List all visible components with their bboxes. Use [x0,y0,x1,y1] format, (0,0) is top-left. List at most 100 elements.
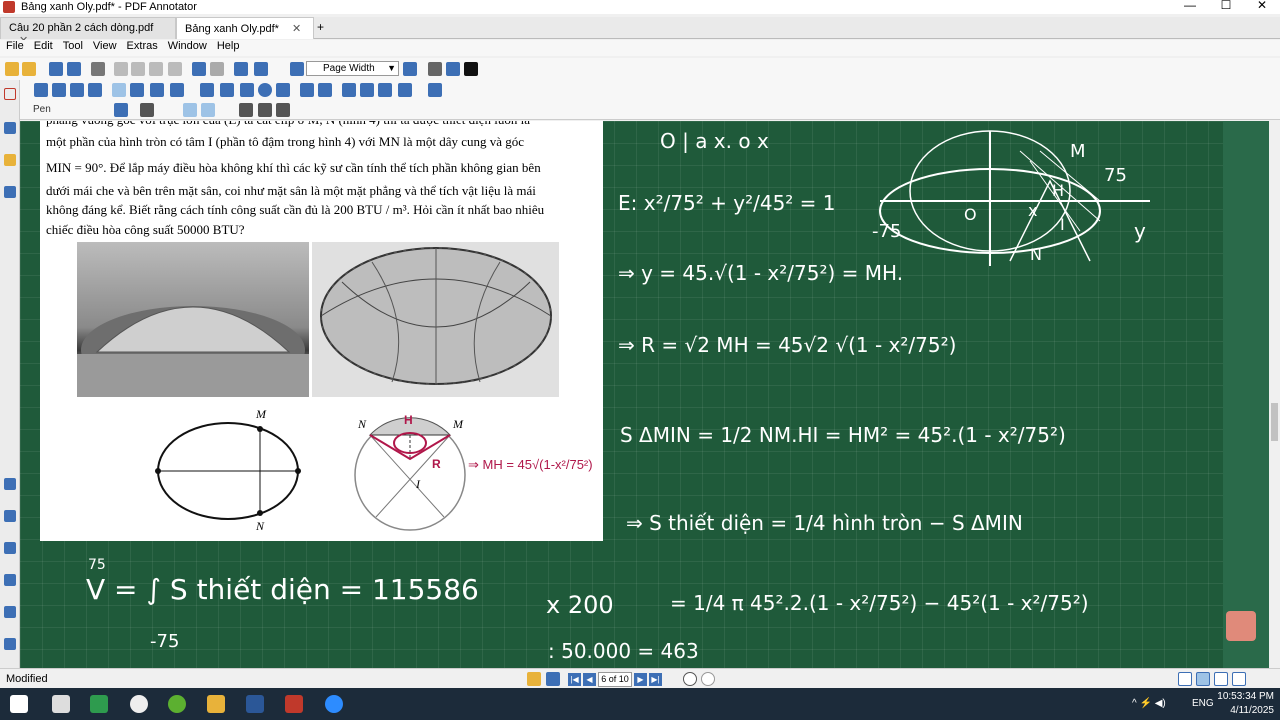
draw-panel-icon[interactable] [4,542,16,554]
tray-icons[interactable]: ^ ⚡ ◀) [1132,698,1166,709]
word-icon[interactable] [246,695,264,713]
phone-app-icon[interactable] [52,695,70,713]
zoom-out-icon[interactable] [290,62,304,76]
delete-icon[interactable] [168,62,182,76]
document-view[interactable]: phẳng vuông góc với trục lớn của (E) tà … [20,121,1269,668]
browser-icon[interactable] [168,695,186,713]
single-page-view-icon[interactable] [1178,672,1192,686]
find-icon[interactable] [234,62,248,76]
cut-icon[interactable] [114,62,128,76]
close-button[interactable]: ✕ [1244,0,1280,12]
marker-icon[interactable] [130,83,144,97]
folder-panel-icon[interactable] [4,154,16,166]
menu-file[interactable]: File [6,40,24,56]
tools-icon[interactable] [398,83,412,97]
clock[interactable]: 10:53:34 PM 4/11/2025 [1217,690,1274,718]
menu-extras[interactable]: Extras [127,40,158,56]
zoom-in-icon[interactable] [403,62,417,76]
app-x-icon[interactable] [90,695,108,713]
pointer-icon[interactable] [34,83,48,97]
line-icon[interactable] [200,83,214,97]
redo-icon[interactable] [210,62,224,76]
pencil-panel-icon[interactable] [4,638,16,650]
link-icon[interactable] [300,83,314,97]
paint-icon[interactable] [130,695,148,713]
scrollbar-thumb[interactable] [1271,403,1278,441]
page-number-input[interactable]: 6 of 10 [598,671,632,687]
pen-preset-1-icon[interactable] [183,103,197,117]
last-page-icon[interactable]: ▶| [649,672,662,686]
rectangle-icon[interactable] [240,83,254,97]
pen-panel-icon[interactable] [4,122,16,134]
prev-page-icon[interactable]: ◀ [583,672,596,686]
page-panel-icon[interactable] [4,88,16,100]
next-page-icon[interactable]: ▶ [634,672,647,686]
select-annotation-icon[interactable] [52,83,66,97]
text-icon[interactable] [239,103,253,117]
stamp-icon[interactable] [170,83,184,97]
new-tab-button[interactable]: + [317,20,324,34]
stamp-panel-icon[interactable] [4,574,16,586]
line-style-icon[interactable] [140,103,154,117]
windows-start-icon[interactable] [10,695,28,713]
new-icon[interactable] [5,62,19,76]
strikethrough-icon[interactable] [276,103,290,117]
menu-view[interactable]: View [93,40,117,56]
pen-color-icon[interactable] [114,103,128,117]
tab-bang-xanh[interactable]: Bảng xanh Oly.pdf* ✕ [176,17,314,39]
arrow-icon[interactable] [220,83,234,97]
text-size-icon[interactable] [258,103,272,117]
back-icon[interactable] [683,672,697,686]
hand-icon[interactable] [70,83,84,97]
single-page-icon[interactable] [428,62,442,76]
file-explorer-icon[interactable] [207,695,225,713]
copy-icon[interactable] [131,62,145,76]
windows-taskbar: ^ ⚡ ◀) ENG 10:53:34 PM 4/11/2025 [0,688,1280,720]
menu-tool[interactable]: Tool [63,40,83,56]
vertical-scrollbar[interactable] [1269,121,1280,668]
paste-icon[interactable] [149,62,163,76]
open-icon[interactable] [22,62,36,76]
edit-icon[interactable] [378,83,392,97]
ellipse-icon[interactable] [258,83,272,97]
minimize-button[interactable]: — [1172,0,1208,12]
tools-panel-icon[interactable] [4,510,16,522]
maximize-button[interactable]: ☐ [1208,0,1244,12]
continuous-view-icon[interactable] [1196,672,1210,686]
eraser-tool-icon[interactable] [1226,611,1256,641]
language-indicator[interactable]: ENG [1192,698,1214,709]
attachment-panel-icon[interactable] [4,186,16,198]
folder-icon[interactable] [527,672,541,686]
camera-icon[interactable] [342,83,356,97]
close-tab-icon[interactable]: ✕ [292,23,301,35]
magnifier-icon[interactable] [88,83,102,97]
lasso-icon[interactable] [318,83,332,97]
two-page-view-icon[interactable] [1214,672,1228,686]
zoom-select[interactable]: Page Width ▼ [306,61,399,76]
save-all-icon[interactable] [67,62,81,76]
pen-tool-icon[interactable] [112,83,126,97]
pdf-annotator-taskbar-icon[interactable] [285,695,303,713]
tab-cau-20[interactable]: Câu 20 phần 2 cách dòng.pdf ✕ [0,17,176,47]
favorites-panel-icon[interactable] [4,478,16,490]
save-icon[interactable] [49,62,63,76]
two-page-continuous-icon[interactable] [1232,672,1246,686]
menu-help[interactable]: Help [217,40,240,56]
fullscreen-icon[interactable] [464,62,478,76]
page-setup-icon[interactable] [546,672,560,686]
select-icon[interactable] [254,62,268,76]
pen-preset-2-icon[interactable] [201,103,215,117]
undo-icon[interactable] [192,62,206,76]
upload-panel-icon[interactable] [4,606,16,618]
crop-icon[interactable] [360,83,374,97]
first-page-icon[interactable]: |◀ [568,672,581,686]
fit-width-icon[interactable] [446,62,460,76]
menu-edit[interactable]: Edit [34,40,53,56]
zoom-app-icon[interactable] [325,695,343,713]
favorites-heart-icon[interactable] [428,83,442,97]
print-icon[interactable] [91,62,105,76]
forward-icon[interactable] [701,672,715,686]
menu-window[interactable]: Window [168,40,207,56]
eraser-icon[interactable] [150,83,164,97]
highlight-icon[interactable] [276,83,290,97]
